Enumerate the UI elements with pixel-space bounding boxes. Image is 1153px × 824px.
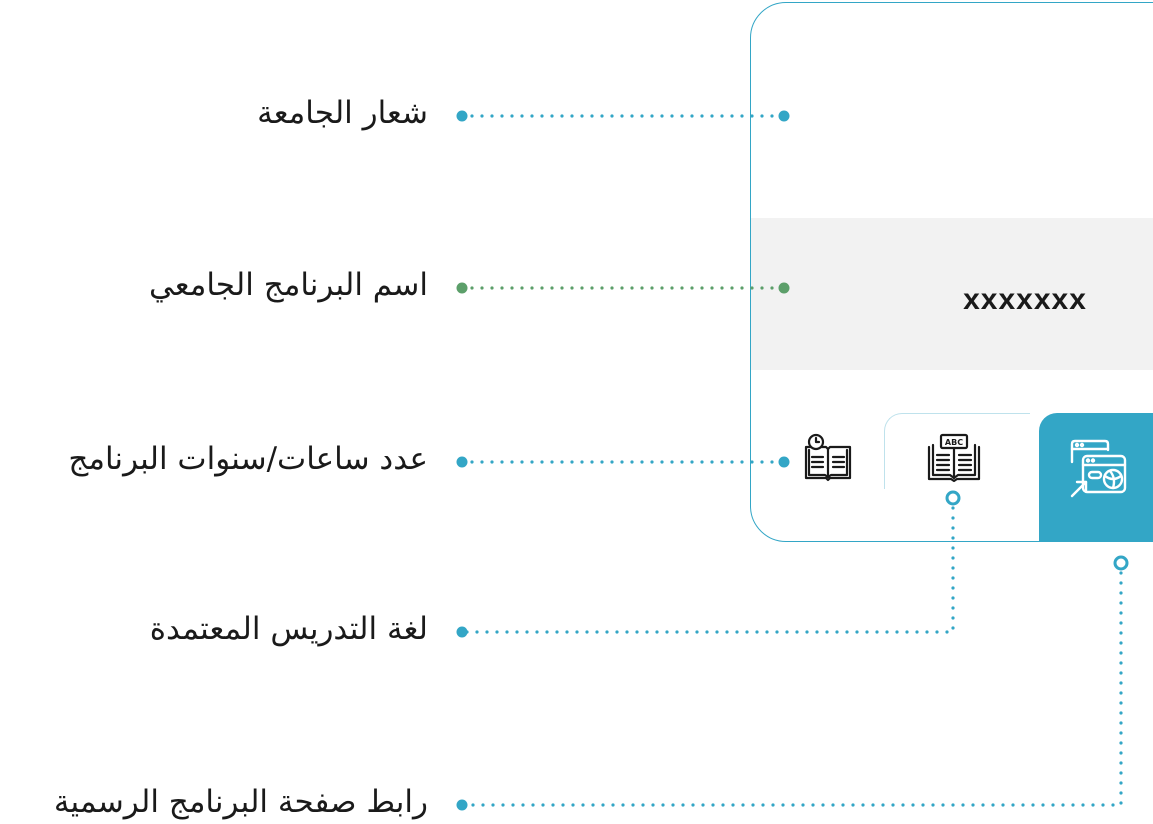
- diagram-canvas: xxxxxxx ABC شعار الجامعة اسم البرنامج ال…: [0, 0, 1153, 824]
- label-teaching-language: لغة التدريس المعتمدة: [149, 611, 428, 647]
- label-official-link: رابط صفحة البرنامج الرسمية: [53, 784, 428, 820]
- connector-language: [460, 496, 955, 634]
- connector-link: [460, 561, 1123, 807]
- connector-layer: [456, 110, 1129, 811]
- marker-language-left: [456, 626, 468, 638]
- marker-duration-right: [778, 456, 790, 468]
- marker-language-top: [945, 490, 961, 506]
- marker-logo-right: [778, 110, 790, 122]
- marker-name-right: [778, 282, 790, 294]
- label-program-name: اسم البرنامج الجامعي: [148, 267, 428, 303]
- marker-link-left: [456, 799, 468, 811]
- label-university-logo: شعار الجامعة: [257, 95, 428, 131]
- marker-duration-left: [456, 456, 468, 468]
- marker-logo-left: [456, 110, 468, 122]
- marker-name-left: [456, 282, 468, 294]
- label-program-duration: عدد ساعات/سنوات البرنامج: [68, 441, 428, 477]
- marker-link-top: [1113, 555, 1129, 571]
